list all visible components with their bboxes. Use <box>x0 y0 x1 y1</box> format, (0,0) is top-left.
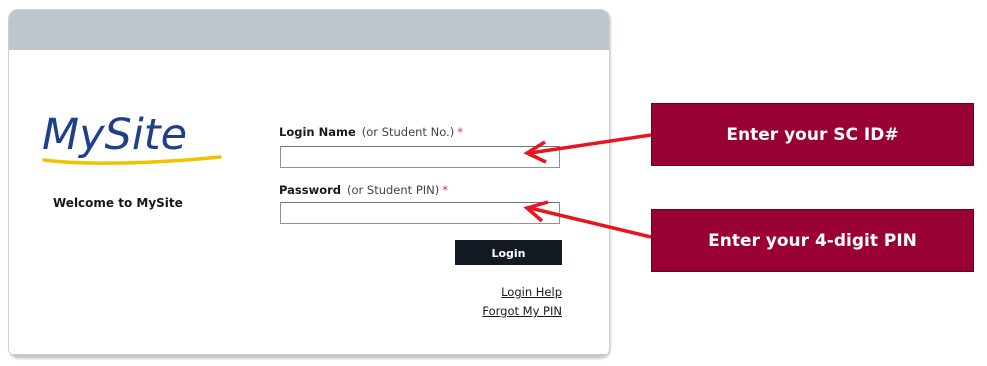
annotation-arrows <box>523 133 652 239</box>
callout-enter-id: Enter your SC ID# <box>651 103 974 166</box>
callout-enter-pin: Enter your 4-digit PIN <box>651 209 974 272</box>
arrow-to-login-input <box>529 133 652 155</box>
arrow-to-password-input <box>529 206 652 239</box>
screenshot-stage: MySite Welcome to MySite Login Name (or S… <box>0 0 987 366</box>
